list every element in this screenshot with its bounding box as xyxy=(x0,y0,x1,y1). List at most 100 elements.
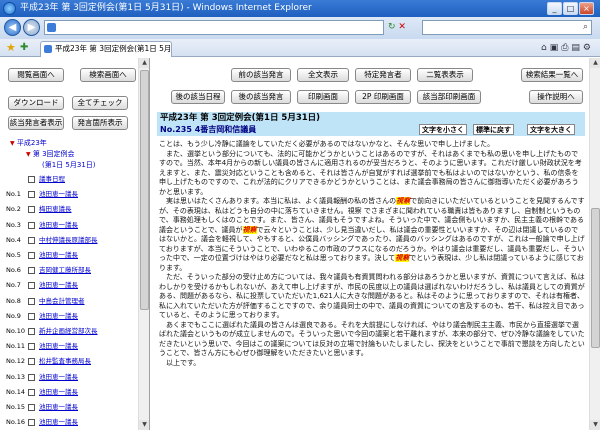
member-link[interactable]: 池田恵一議長 xyxy=(39,387,78,398)
member-row[interactable]: No.7 池田恵一議長 xyxy=(6,280,146,291)
member-row[interactable]: No.8 中島会計管理者 xyxy=(6,296,146,307)
member-link[interactable]: 池田恵一議長 xyxy=(39,220,78,231)
text-smaller-button[interactable]: 文字を小さく xyxy=(419,124,467,135)
member-row[interactable]: No.16 池田恵一議長 xyxy=(6,417,146,428)
tools-icon[interactable]: ⚙ xyxy=(583,43,594,53)
scroll-thumb[interactable] xyxy=(140,70,149,310)
member-link[interactable]: 池田恵一議長 xyxy=(39,250,78,261)
help-button[interactable]: 操作説明へ xyxy=(529,90,583,104)
member-checkbox[interactable] xyxy=(28,191,35,199)
minimize-button[interactable]: _ xyxy=(547,2,562,15)
member-checkbox[interactable] xyxy=(28,343,35,351)
next-day-button[interactable]: 後の該当日程 xyxy=(171,90,225,104)
member-link[interactable]: 松井監査事務局長 xyxy=(39,356,91,367)
member-row[interactable]: 議事日程 xyxy=(6,174,146,185)
member-link[interactable]: 吉岡健工藤所部長 xyxy=(39,265,91,276)
close-button[interactable]: × xyxy=(579,2,594,15)
text-larger-button[interactable]: 文字を大きく xyxy=(527,124,575,135)
download-button[interactable]: ダウンロード xyxy=(8,96,64,110)
member-row[interactable]: No.6 吉岡健工藤所部長 xyxy=(6,265,146,276)
print-screen-button[interactable]: 印刷画面 xyxy=(297,90,349,104)
favorites-star-icon[interactable]: ★ xyxy=(6,41,16,54)
print-hit-button[interactable]: 該当部印刷画面 xyxy=(417,90,481,104)
tree-day[interactable]: (第1日 5月31日) xyxy=(42,160,96,170)
member-row[interactable]: No.1 池田恵一議長 xyxy=(6,189,146,200)
member-checkbox[interactable] xyxy=(28,328,35,335)
member-link[interactable]: 新井企画経営部次長 xyxy=(39,326,98,337)
member-link[interactable]: 池田恵一議長 xyxy=(39,417,78,428)
next-speaker-button[interactable]: 後の該当発言 xyxy=(231,90,291,104)
tree-year[interactable]: ▼ 平成23年 xyxy=(10,138,47,149)
member-row[interactable]: No.11 池田恵一議長 xyxy=(6,341,146,352)
left-scrollbar[interactable]: ▲ ▼ xyxy=(138,58,149,430)
feeds-icon[interactable]: ▣ xyxy=(550,43,562,53)
member-link[interactable]: 池田恵一議長 xyxy=(39,372,78,383)
scroll-up-icon[interactable]: ▲ xyxy=(590,58,600,68)
member-checkbox[interactable] xyxy=(28,404,35,411)
member-link[interactable]: 梅田恵議長 xyxy=(39,204,72,215)
scroll-up-icon[interactable]: ▲ xyxy=(139,58,149,68)
member-checkbox[interactable] xyxy=(28,297,35,305)
member-checkbox[interactable] xyxy=(28,358,35,366)
browser-tab[interactable]: 平成23年 第 3回定例会(第1日 5月31日) xyxy=(40,41,172,57)
member-checkbox[interactable] xyxy=(28,267,35,275)
tree-session[interactable]: ▼ 第 3回定例会 xyxy=(26,149,75,160)
back-to-results-button[interactable]: 検索結果一覧へ xyxy=(521,68,583,82)
scroll-down-icon[interactable]: ▼ xyxy=(590,420,600,430)
back-arrow-icon[interactable]: ◀ xyxy=(4,19,21,36)
menu-screen-button[interactable]: 閲覧画面へ xyxy=(8,68,64,82)
maximize-button[interactable]: □ xyxy=(563,2,578,15)
member-checkbox[interactable] xyxy=(28,388,35,396)
member-checkbox[interactable] xyxy=(28,419,35,427)
speech-location-button[interactable]: 発言箇所表示 xyxy=(72,116,128,130)
forward-arrow-icon[interactable]: ▶ xyxy=(23,19,40,36)
full-text-button[interactable]: 全文表示 xyxy=(297,68,349,82)
search-screen-button[interactable]: 検索画面へ xyxy=(80,68,136,82)
member-checkbox[interactable] xyxy=(28,221,35,229)
member-checkbox[interactable] xyxy=(28,206,35,214)
member-link[interactable]: 議事日程 xyxy=(39,174,65,185)
text-reset-button[interactable]: 標準に戻す xyxy=(473,124,514,135)
refresh-icon[interactable]: ↻ xyxy=(388,22,396,32)
show-speaker-button[interactable]: 該当発言者表示 xyxy=(8,116,64,130)
member-row[interactable]: No.13 池田恵一議長 xyxy=(6,372,146,383)
search-icon[interactable]: ⌕ xyxy=(583,22,588,33)
member-row[interactable]: No.14 池田恵一議長 xyxy=(6,387,146,398)
member-checkbox[interactable] xyxy=(28,373,35,381)
member-checkbox[interactable] xyxy=(28,282,35,290)
member-row[interactable]: No.2 梅田恵議長 xyxy=(6,204,146,215)
member-checkbox[interactable] xyxy=(28,312,35,320)
member-link[interactable]: 中村伸議長原議部長 xyxy=(39,235,98,246)
member-row[interactable]: No.12 松井監査事務局長 xyxy=(6,356,146,367)
print-2p-button[interactable]: 2P 印刷画面 xyxy=(355,90,411,104)
address-input[interactable] xyxy=(44,20,384,35)
member-link[interactable]: 池田恵一議長 xyxy=(39,341,78,352)
member-row[interactable]: No.3 池田恵一議長 xyxy=(6,220,146,231)
member-row[interactable]: No.10 新井企画経営部次長 xyxy=(6,326,146,337)
member-link[interactable]: 池田恵一議長 xyxy=(39,280,78,291)
home-icon[interactable]: ⌂ xyxy=(541,43,550,53)
add-favorites-icon[interactable]: ✚ xyxy=(20,41,28,54)
member-link[interactable]: 池田恵一議長 xyxy=(39,189,78,200)
page-menu-icon[interactable]: ▤ xyxy=(571,43,583,53)
member-row[interactable]: No.9 池田恵一議長 xyxy=(6,311,146,322)
member-link[interactable]: 中島会計管理者 xyxy=(39,296,85,307)
prev-speaker-button[interactable]: 前の該当発言 xyxy=(231,68,291,82)
member-row[interactable]: No.5 池田恵一議長 xyxy=(6,250,146,261)
specific-speaker-button[interactable]: 特定発言者 xyxy=(355,68,411,82)
stop-icon[interactable]: ✕ xyxy=(398,22,406,32)
member-checkbox[interactable] xyxy=(28,252,35,259)
search-input[interactable]: ⌕ xyxy=(422,20,592,35)
member-checkbox[interactable] xyxy=(28,176,35,183)
member-link[interactable]: 池田恵一議長 xyxy=(39,402,78,413)
member-checkbox[interactable] xyxy=(28,236,35,244)
check-all-button[interactable]: 全てチェック xyxy=(72,96,128,110)
scroll-thumb[interactable] xyxy=(591,208,600,348)
member-row[interactable]: No.15 池田恵一議長 xyxy=(6,402,146,413)
print-icon[interactable]: ⎙ xyxy=(561,43,571,53)
right-scrollbar[interactable]: ▲ ▼ xyxy=(589,58,600,430)
scroll-down-icon[interactable]: ▼ xyxy=(139,420,149,430)
member-link[interactable]: 池田恵一議長 xyxy=(39,311,78,322)
member-row[interactable]: No.4 中村伸議長原議部長 xyxy=(6,235,146,246)
two-column-button[interactable]: 二覧表表示 xyxy=(417,68,473,82)
